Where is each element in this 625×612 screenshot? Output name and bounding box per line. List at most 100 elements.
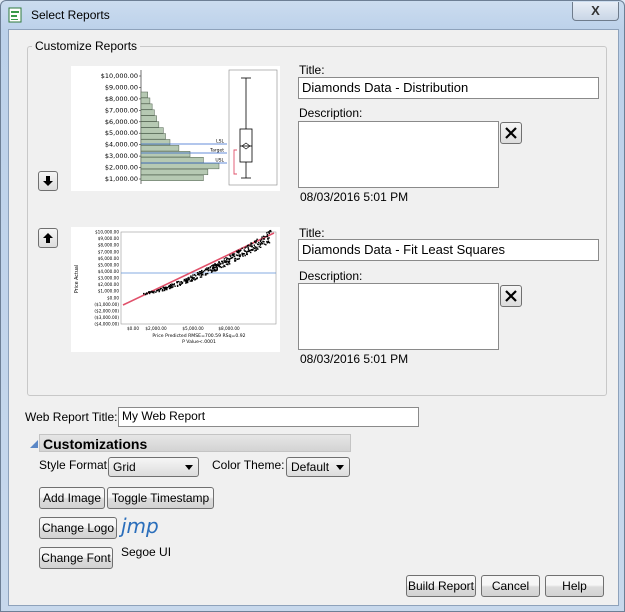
fit-data-point (247, 248, 250, 251)
toggle-timestamp-button[interactable]: Toggle Timestamp (107, 487, 214, 509)
dist-shortest-half-bracket (233, 149, 237, 175)
dist-histogram-bar (140, 115, 157, 122)
fit-data-point (238, 254, 240, 256)
dist-histogram-bar (140, 121, 160, 128)
fit-data-point (216, 266, 218, 269)
report-2-title-input[interactable]: Diamonds Data - Fit Least Squares (298, 239, 599, 261)
fit-data-point (162, 287, 164, 289)
fit-data-point (214, 262, 216, 265)
fit-data-point (262, 240, 264, 243)
dist-tick-label: $4,000.00 (105, 141, 138, 149)
dist-histogram-bar (140, 174, 204, 181)
fit-data-point (222, 262, 224, 265)
fit-data-point (157, 289, 160, 291)
fit-data-point (227, 260, 230, 263)
fit-data-point (212, 267, 214, 270)
fit-data-point (265, 243, 267, 246)
web-report-title-input[interactable]: My Web Report (118, 407, 419, 427)
fit-data-point (223, 260, 225, 262)
fit-data-point (267, 231, 270, 233)
color-theme-value: Default (291, 460, 330, 474)
report-1-title-input[interactable]: Diamonds Data - Distribution (298, 77, 599, 99)
move-down-button[interactable] (38, 171, 58, 191)
fit-data-point (169, 283, 172, 286)
fit-data-point (259, 246, 262, 249)
fit-data-point (256, 243, 259, 245)
change-font-button[interactable]: Change Font (39, 547, 113, 569)
window-title: Select Reports (31, 8, 110, 22)
fit-data-point (256, 246, 258, 249)
fit-data-point (153, 292, 155, 294)
fit-data-point (266, 240, 268, 243)
report-1-description-label: Description: (299, 106, 363, 120)
add-image-button[interactable]: Add Image (39, 487, 105, 509)
report-2-description-input[interactable] (298, 283, 499, 350)
fit-data-point (210, 271, 213, 273)
fit-data-point (207, 269, 210, 272)
report-2-remove-button[interactable] (500, 285, 522, 307)
dist-histogram-bar (140, 145, 180, 152)
fit-data-point (259, 243, 261, 245)
fit-data-point (215, 264, 218, 266)
dialog-client-area: Customize Reports $10,000.00 $9,000.00 $8,… (8, 29, 619, 606)
disclosure-triangle-icon[interactable] (29, 439, 39, 449)
chevron-down-icon (185, 465, 193, 470)
dist-histogram-bar (140, 97, 151, 104)
fit-x-tick-label: $8,000.00 (218, 326, 240, 331)
fit-y-axis-label: Price Actual (74, 265, 80, 293)
fit-y-tick-label: ($2,000.00) (94, 308, 119, 313)
title-bar[interactable]: Select Reports X (1, 1, 624, 29)
fit-data-point (209, 266, 212, 268)
fit-data-point (261, 242, 264, 245)
style-format-value: Grid (113, 460, 136, 474)
change-logo-button[interactable]: Change Logo (39, 517, 117, 539)
fit-data-point (227, 263, 229, 266)
dist-reference-label: Target (209, 148, 224, 154)
fit-data-point (169, 287, 171, 290)
fit-data-point (255, 249, 257, 251)
fit-data-point (225, 257, 227, 259)
help-button[interactable]: Help (545, 575, 604, 597)
fit-data-point (151, 291, 154, 294)
fit-data-point (198, 274, 200, 276)
fit-x-tick-label: $0.00 (127, 326, 139, 331)
fit-data-point (205, 273, 207, 275)
fit-data-point (247, 244, 250, 246)
cancel-button[interactable]: Cancel (481, 575, 540, 597)
fit-data-point (249, 245, 252, 247)
color-theme-select[interactable]: Default (286, 457, 350, 477)
fit-data-point (251, 249, 254, 251)
fit-data-point (260, 239, 262, 242)
move-up-button[interactable] (38, 228, 58, 248)
fit-data-point (266, 242, 268, 244)
fit-y-tick-label: $5,000.00 (98, 262, 120, 267)
fit-data-point (243, 249, 245, 251)
fit-y-tick-label: $0.00 (107, 295, 119, 300)
fit-data-point (166, 288, 168, 291)
style-format-select[interactable]: Grid (108, 457, 199, 477)
fit-least-squares-thumbnail[interactable]: $10,000.00$9,000.00$8,000.00$7,000.00$6,… (71, 227, 280, 352)
fit-data-point (233, 253, 236, 255)
close-window-button[interactable]: X (572, 2, 619, 21)
fit-data-point (171, 284, 174, 286)
fit-x-tick-label: $5,000.00 (182, 326, 204, 331)
customizations-header[interactable]: Customizations (39, 434, 351, 452)
dist-tick-label: $9,000.00 (105, 83, 138, 91)
fit-data-point (244, 250, 247, 252)
dist-reference-label: USL (215, 158, 224, 164)
fit-data-point (191, 280, 193, 282)
fit-data-point (186, 278, 188, 280)
fit-data-point (248, 249, 250, 252)
report-1-remove-button[interactable] (500, 122, 522, 144)
fit-x-tick-label: $2,000.00 (145, 326, 167, 331)
report-1-description-input[interactable] (298, 121, 499, 188)
fit-y-tick-label: $8,000.00 (98, 243, 120, 248)
fit-data-point (236, 251, 239, 253)
fit-data-point (176, 282, 178, 284)
fit-data-point (193, 274, 196, 276)
fit-data-point (238, 252, 240, 254)
dist-boxplot-box (239, 128, 253, 163)
build-report-button[interactable]: Build Report (406, 575, 476, 597)
distribution-thumbnail[interactable]: $10,000.00 $9,000.00 $8,000.00 $7,000.00 $6,… (71, 66, 280, 191)
report-2-title-label: Title: (299, 226, 325, 240)
